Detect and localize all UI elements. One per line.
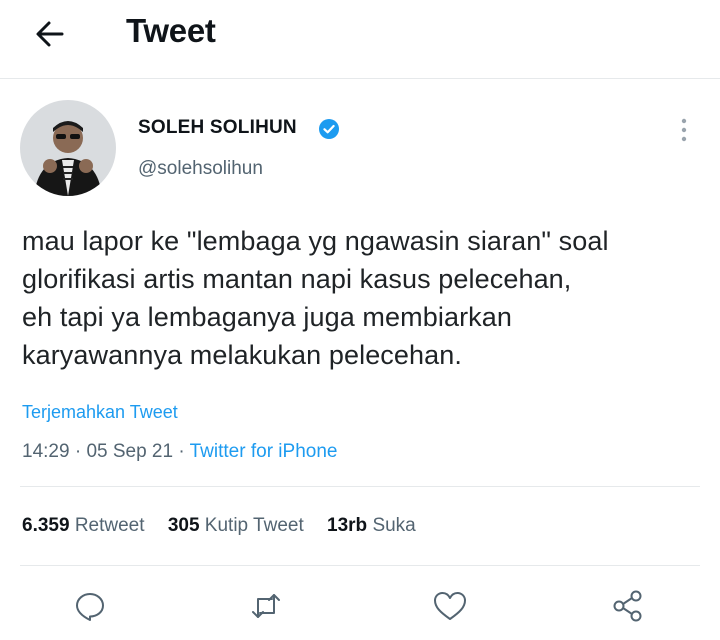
tweet-time: 14:29 — [22, 441, 70, 462]
retweet-icon — [252, 594, 280, 618]
quote-count-label: Kutip Tweet — [204, 515, 304, 536]
meta-separator: · — [178, 441, 185, 462]
tweet-date: 05 Sep 21 — [86, 441, 174, 462]
tweet-source-link[interactable]: Twitter for iPhone — [190, 441, 338, 462]
tweet-line: eh tapi ya lembaganya juga membiarkan — [22, 302, 512, 332]
retweet-button[interactable] — [248, 588, 284, 624]
author-handle[interactable]: @solehsolihun — [138, 158, 263, 180]
tweet-text: mau lapor ke "lembaga yg ngawasin siaran… — [22, 222, 712, 374]
translate-link[interactable]: Terjemahkan Tweet — [22, 402, 178, 423]
share-icon — [613, 590, 642, 622]
like-count-label: Suka — [372, 515, 416, 536]
back-button[interactable] — [30, 14, 70, 54]
like-count-value: 13rb — [327, 515, 368, 536]
quote-count[interactable]: 305 Kutip Tweet — [168, 515, 304, 537]
meta-separator: · — [74, 441, 82, 462]
top-bar: Tweet — [0, 0, 720, 79]
arrow-left-icon — [36, 21, 64, 47]
divider — [20, 486, 700, 487]
reply-button[interactable] — [72, 588, 108, 624]
retweet-count[interactable]: 6.359 Retweet — [22, 515, 145, 537]
more-options-button[interactable] — [676, 116, 692, 144]
page-title: Tweet — [126, 12, 216, 49]
author-name[interactable]: SOLEH SOLIHUN — [138, 117, 297, 139]
divider — [20, 565, 700, 566]
retweet-count-label: Retweet — [74, 515, 145, 536]
share-button[interactable] — [610, 588, 646, 624]
verified-badge-icon — [319, 119, 339, 139]
tweet-line: glorifikasi artis mantan napi kasus pele… — [22, 264, 572, 294]
tweet-line: mau lapor ke "lembaga yg ngawasin siaran… — [22, 226, 609, 256]
like-button[interactable] — [432, 588, 468, 624]
tweet-line: karyawannya melakukan pelecehan. — [22, 340, 462, 370]
tweet-stats: 6.359 Retweet 305 Kutip Tweet 13rb Suka — [22, 515, 434, 537]
reply-icon — [76, 593, 104, 621]
quote-count-value: 305 — [167, 515, 200, 536]
avatar[interactable] — [20, 100, 116, 196]
more-vertical-icon — [681, 118, 687, 142]
like-icon — [434, 592, 466, 620]
like-count[interactable]: 13rb Suka — [327, 515, 416, 537]
tweet-meta: 14:29 · 05 Sep 21 · Twitter for iPhone — [22, 441, 337, 463]
retweet-count-value: 6.359 — [22, 515, 70, 536]
